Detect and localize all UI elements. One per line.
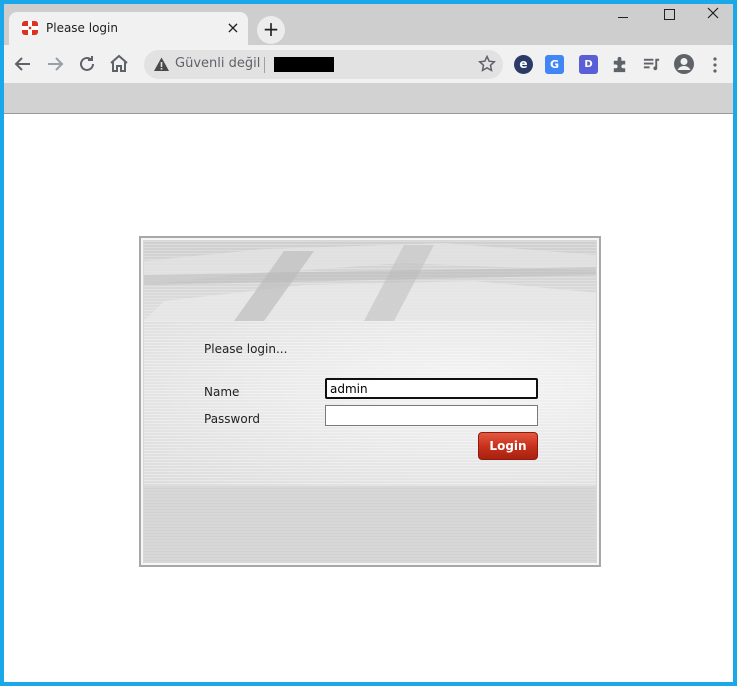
login-form: Please login... Name Password Login [144,321,596,486]
name-input[interactable] [325,378,538,399]
browser-toolbar: Güvenli değil e G D [4,45,733,83]
tab-title: Please login [46,21,118,35]
page-content: Please login... Name Password Login [4,115,733,682]
login-panel: Please login... Name Password Login [139,236,601,567]
security-status-text[interactable]: Güvenli değil [175,56,260,71]
tab-strip: Please login × + [4,4,733,45]
password-input[interactable] [325,405,538,426]
media-control-icon[interactable] [642,55,661,74]
warning-icon[interactable] [153,56,170,73]
fortinet-icon [22,21,38,35]
bookmark-star-icon[interactable] [477,54,497,74]
password-label: Password [204,412,261,426]
tab-close-icon[interactable]: × [224,19,242,37]
login-button[interactable]: Login [478,432,538,460]
extension-d-icon[interactable]: D [579,55,598,74]
bookmarks-bar [4,83,733,114]
name-label: Name [204,385,240,399]
redacted-url[interactable] [274,57,334,72]
maximize-icon[interactable] [647,4,693,32]
extension-e-icon[interactable]: e [514,55,533,74]
extensions-puzzle-icon[interactable] [610,55,629,74]
translate-extension-icon[interactable]: G [545,55,564,74]
menu-dots-icon[interactable] [709,55,721,75]
minimize-icon[interactable] [601,4,647,32]
new-tab-button[interactable]: + [257,16,285,44]
login-banner-image [144,241,596,321]
reload-icon[interactable] [75,52,99,76]
close-x-icon [707,7,719,19]
forward-arrow-icon[interactable] [43,52,67,76]
login-heading: Please login... [204,342,288,356]
address-bar[interactable]: Güvenli değil [144,50,503,79]
tab-please-login[interactable]: Please login × [9,12,248,45]
login-panel-inner: Please login... Name Password Login [143,240,597,563]
home-icon[interactable] [107,52,131,76]
back-arrow-icon[interactable] [11,52,35,76]
login-footer-band [144,486,596,562]
omnibox-separator [264,57,265,73]
browser-window: Please login × + Güvenli değil e G D Ple… [4,4,733,682]
window-close-icon[interactable] [693,4,733,32]
profile-avatar-icon[interactable] [673,53,695,75]
